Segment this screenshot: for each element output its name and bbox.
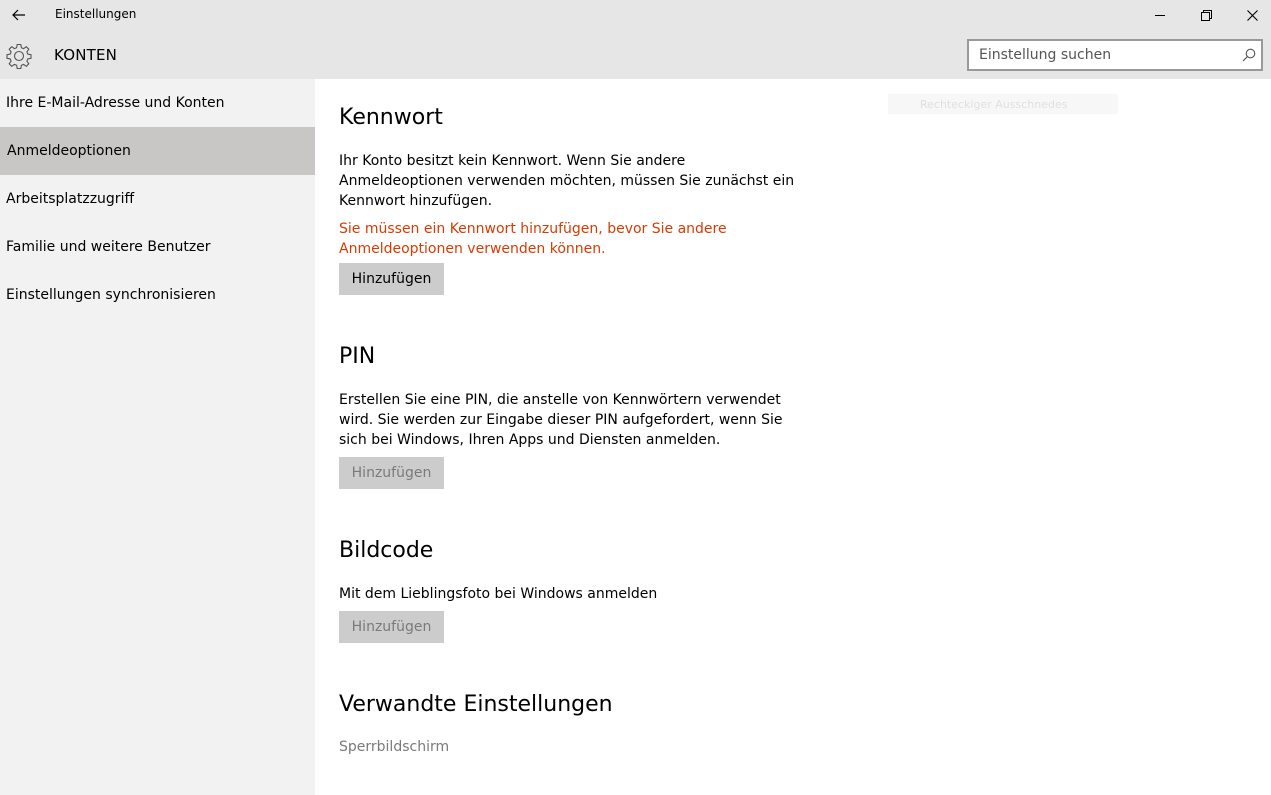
sidebar-item-label: Familie und weitere Benutzer <box>6 239 211 255</box>
restore-button[interactable] <box>1183 0 1229 30</box>
minimize-button[interactable] <box>1137 0 1183 30</box>
gear-icon <box>6 43 32 70</box>
sidebar-item-family-users[interactable]: Familie und weitere Benutzer <box>0 223 315 271</box>
page-title: KONTEN <box>54 46 118 64</box>
pin-description: Erstellen Sie eine PIN, die anstelle von… <box>339 392 783 448</box>
add-picture-password-button[interactable]: Hinzufügen <box>339 611 444 643</box>
sidebar-item-email-accounts[interactable]: Ihre E-Mail-Adresse und Konten <box>0 79 315 127</box>
sidebar-item-label: Ihre E-Mail-Adresse und Konten <box>6 95 225 111</box>
title-bar: Einstellungen <box>0 0 1271 30</box>
minimize-icon <box>1155 15 1165 16</box>
search-input[interactable] <box>969 41 1229 69</box>
picture-password-description: Mit dem Lieblingsfoto bei Windows anmeld… <box>339 586 658 602</box>
settings-header: KONTEN <box>0 30 1271 79</box>
sidebar-item-sync-settings[interactable]: Einstellungen synchronisieren <box>0 271 315 319</box>
window-title: Einstellungen <box>55 7 137 21</box>
close-button[interactable] <box>1229 0 1271 30</box>
related-settings-heading: Verwandte Einstellungen <box>339 692 613 717</box>
search-box[interactable] <box>967 39 1263 71</box>
password-heading: Kennwort <box>339 105 443 130</box>
main-content: Kennwort Ihr Konto besitzt kein Kennwort… <box>339 79 1239 795</box>
sidebar-item-sign-in-options[interactable]: Anmeldeoptionen <box>0 127 315 175</box>
sidebar-item-label: Arbeitsplatzzugriff <box>6 191 135 207</box>
back-arrow-icon <box>12 9 25 21</box>
restore-icon <box>1200 9 1212 21</box>
lock-screen-link[interactable]: Sperrbildschirm <box>339 739 449 755</box>
add-password-button[interactable]: Hinzufügen <box>339 263 444 295</box>
sidebar-item-label: Anmeldeoptionen <box>7 143 131 159</box>
sidebar: Ihre E-Mail-Adresse und Konten Anmeldeop… <box>0 79 315 795</box>
search-icon[interactable] <box>1242 48 1256 62</box>
sidebar-item-work-access[interactable]: Arbeitsplatzzugriff <box>0 175 315 223</box>
picture-password-heading: Bildcode <box>339 538 434 563</box>
pin-heading: PIN <box>339 344 376 369</box>
close-icon <box>1246 9 1258 21</box>
add-pin-button[interactable]: Hinzufügen <box>339 457 444 489</box>
password-warning: Sie müssen ein Kennwort hinzufügen, bevo… <box>339 221 727 257</box>
password-description: Ihr Konto besitzt kein Kennwort. Wenn Si… <box>339 153 795 209</box>
back-button[interactable] <box>0 0 38 30</box>
sidebar-item-label: Einstellungen synchronisieren <box>6 287 216 303</box>
